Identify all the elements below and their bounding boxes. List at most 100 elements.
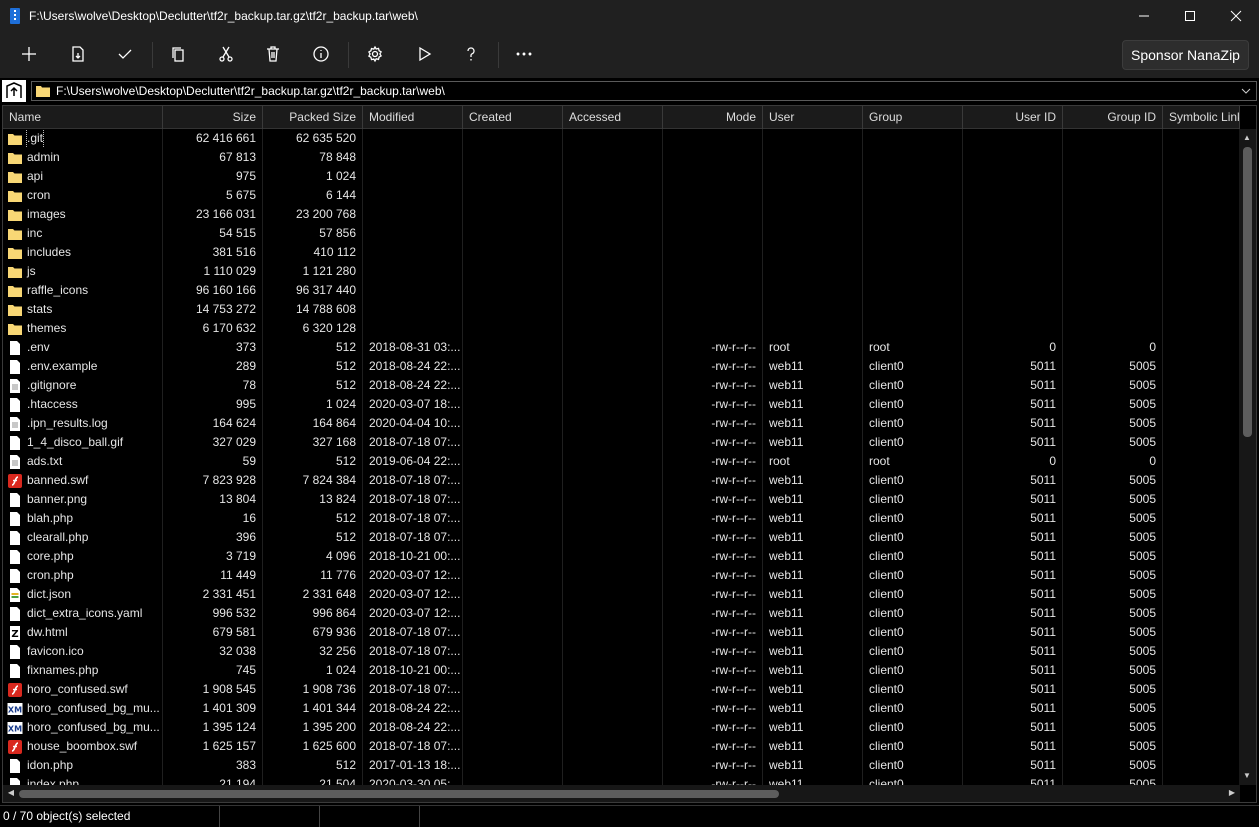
scroll-up-icon[interactable]: ▲ <box>1242 133 1252 143</box>
file-name-cell[interactable]: clearall.php <box>3 528 163 547</box>
file-row[interactable]: banner.png 13 804 13 824 2018-07-18 07:... -… <box>3 490 1240 509</box>
file-name-cell[interactable]: includes <box>3 243 163 262</box>
file-row[interactable]: cron 5 675 6 144 <box>3 186 1240 205</box>
file-row[interactable]: raffle_icons 96 160 166 96 317 440 <box>3 281 1240 300</box>
file-name-cell[interactable]: XM horo_confused_bg_mu... <box>3 699 163 718</box>
file-row[interactable]: idon.php 383 512 2017-01-13 18:... -rw-r--r-… <box>3 756 1240 775</box>
file-name-cell[interactable]: .env.example <box>3 357 163 376</box>
scroll-left-icon[interactable]: ◀ <box>6 788 16 798</box>
file-name-cell[interactable]: house_boombox.swf <box>3 737 163 756</box>
horizontal-scrollbar[interactable]: ◀ ▶ <box>3 785 1240 802</box>
file-name-cell[interactable]: admin <box>3 148 163 167</box>
file-name-cell[interactable]: favicon.ico <box>3 642 163 661</box>
file-name-cell[interactable]: cron.php <box>3 566 163 585</box>
maximize-button[interactable] <box>1167 0 1213 32</box>
file-row[interactable]: core.php 3 719 4 096 2018-10-21 00:... -rw-r… <box>3 547 1240 566</box>
settings-button[interactable] <box>360 39 390 69</box>
file-name-cell[interactable]: dict.json <box>3 585 163 604</box>
file-row[interactable]: clearall.php 396 512 2018-07-18 07:... -rw-r… <box>3 528 1240 547</box>
help-button[interactable] <box>456 39 486 69</box>
file-name-cell[interactable]: images <box>3 205 163 224</box>
file-row[interactable]: cron.php 11 449 11 776 2020-03-07 12:... -rw… <box>3 566 1240 585</box>
file-name-cell[interactable]: .htaccess <box>3 395 163 414</box>
address-bar[interactable]: F:\Users\wolve\Desktop\Declutter\tf2r_ba… <box>31 81 1257 101</box>
file-row[interactable]: ads.txt 59 512 2019-06-04 22:... -rw-r--r-- r… <box>3 452 1240 471</box>
file-row[interactable]: banned.swf 7 823 928 7 824 384 2018-07-18 0… <box>3 471 1240 490</box>
file-name-cell[interactable]: 1_4_disco_ball.gif <box>3 433 163 452</box>
extract-button[interactable] <box>63 39 93 69</box>
file-row[interactable]: blah.php 16 512 2018-07-18 07:... -rw-r--r--… <box>3 509 1240 528</box>
file-row[interactable]: horo_confused.swf 1 908 545 1 908 736 2018-… <box>3 680 1240 699</box>
column-header-name[interactable]: Name <box>3 106 163 129</box>
file-row[interactable]: .git 62 416 661 62 635 520 <box>3 129 1240 148</box>
file-row[interactable]: dict_extra_icons.yaml 996 532 996 864 2020-… <box>3 604 1240 623</box>
add-button[interactable] <box>14 39 44 69</box>
scroll-down-icon[interactable]: ▼ <box>1242 771 1252 781</box>
file-name-cell[interactable]: idon.php <box>3 756 163 775</box>
file-row[interactable]: api 975 1 024 <box>3 167 1240 186</box>
file-name-cell[interactable]: dict_extra_icons.yaml <box>3 604 163 623</box>
column-header-user-id[interactable]: User ID <box>963 106 1063 129</box>
column-header-size[interactable]: Size <box>163 106 263 129</box>
file-name-cell[interactable]: banned.swf <box>3 471 163 490</box>
file-row[interactable]: images 23 166 031 23 200 768 <box>3 205 1240 224</box>
column-header-group-id[interactable]: Group ID <box>1063 106 1163 129</box>
file-row[interactable]: js 1 110 029 1 121 280 <box>3 262 1240 281</box>
file-name-cell[interactable]: blah.php <box>3 509 163 528</box>
file-row[interactable]: stats 14 753 272 14 788 608 <box>3 300 1240 319</box>
file-name-cell[interactable]: ads.txt <box>3 452 163 471</box>
file-name-cell[interactable]: .ipn_results.log <box>3 414 163 433</box>
column-header-modified[interactable]: Modified <box>363 106 463 129</box>
file-row[interactable]: .htaccess 995 1 024 2020-03-07 18:... -rw-r-… <box>3 395 1240 414</box>
file-name-cell[interactable]: .gitignore <box>3 376 163 395</box>
vertical-scrollbar[interactable]: ▲ ▼ <box>1239 129 1256 785</box>
file-list[interactable]: Name Size Packed Size Modified Created Access… <box>2 105 1257 803</box>
copy-button[interactable] <box>163 39 193 69</box>
vertical-scroll-thumb[interactable] <box>1243 147 1252 437</box>
column-header-symbolic-link[interactable]: Symbolic Link <box>1163 106 1240 129</box>
file-row[interactable]: admin 67 813 78 848 <box>3 148 1240 167</box>
column-header-packed-size[interactable]: Packed Size <box>263 106 363 129</box>
file-row[interactable]: themes 6 170 632 6 320 128 <box>3 319 1240 338</box>
file-name-cell[interactable]: Zdw.html <box>3 623 163 642</box>
column-header-accessed[interactable]: Accessed <box>563 106 663 129</box>
file-name-cell[interactable]: themes <box>3 319 163 338</box>
up-folder-button[interactable] <box>2 80 26 102</box>
sponsor-button[interactable]: Sponsor NanaZip <box>1122 40 1249 70</box>
column-header-mode[interactable]: Mode <box>663 106 763 129</box>
test-button[interactable] <box>110 39 140 69</box>
scroll-right-icon[interactable]: ▶ <box>1227 788 1237 798</box>
file-row[interactable]: house_boombox.swf 1 625 157 1 625 600 2018-… <box>3 737 1240 756</box>
benchmark-button[interactable] <box>409 39 439 69</box>
file-row[interactable]: XM horo_confused_bg_mu... 1 395 124 1 395 2… <box>3 718 1240 737</box>
file-name-cell[interactable]: horo_confused.swf <box>3 680 163 699</box>
file-row[interactable]: favicon.ico 32 038 32 256 2018-07-18 07:...… <box>3 642 1240 661</box>
delete-button[interactable] <box>258 39 288 69</box>
file-name-cell[interactable]: js <box>3 262 163 281</box>
chevron-down-icon[interactable] <box>1240 85 1252 97</box>
file-row[interactable]: .gitignore 78 512 2018-08-24 22:... -rw-r--r… <box>3 376 1240 395</box>
file-name-cell[interactable]: cron <box>3 186 163 205</box>
file-name-cell[interactable]: .env <box>3 338 163 357</box>
file-row[interactable]: XM horo_confused_bg_mu... 1 401 309 1 401 3… <box>3 699 1240 718</box>
file-row[interactable]: fixnames.php 745 1 024 2018-10-21 00:... -rw… <box>3 661 1240 680</box>
column-header-group[interactable]: Group <box>863 106 963 129</box>
column-header-user[interactable]: User <box>763 106 863 129</box>
file-name-cell[interactable]: XM horo_confused_bg_mu... <box>3 718 163 737</box>
file-name-cell[interactable]: .git <box>3 129 163 148</box>
more-button[interactable] <box>509 39 539 69</box>
file-name-cell[interactable]: fixnames.php <box>3 661 163 680</box>
file-row[interactable]: Zdw.html 679 581 679 936 2018-07-18 07:... -… <box>3 623 1240 642</box>
minimize-button[interactable] <box>1121 0 1167 32</box>
file-name-cell[interactable]: inc <box>3 224 163 243</box>
file-row[interactable]: includes 381 516 410 112 <box>3 243 1240 262</box>
file-row[interactable]: .env.example 289 512 2018-08-24 22:... -rw-r… <box>3 357 1240 376</box>
file-row[interactable]: 1_4_disco_ball.gif 327 029 327 168 2018-07-… <box>3 433 1240 452</box>
file-row[interactable]: .env 373 512 2018-08-31 03:... -rw-r--r-- roo… <box>3 338 1240 357</box>
horizontal-scroll-thumb[interactable] <box>19 790 779 798</box>
info-button[interactable] <box>306 39 336 69</box>
column-header-created[interactable]: Created <box>463 106 563 129</box>
close-button[interactable] <box>1213 0 1259 32</box>
file-row[interactable]: dict.json 2 331 451 2 331 648 2020-03-07 12… <box>3 585 1240 604</box>
file-name-cell[interactable]: raffle_icons <box>3 281 163 300</box>
